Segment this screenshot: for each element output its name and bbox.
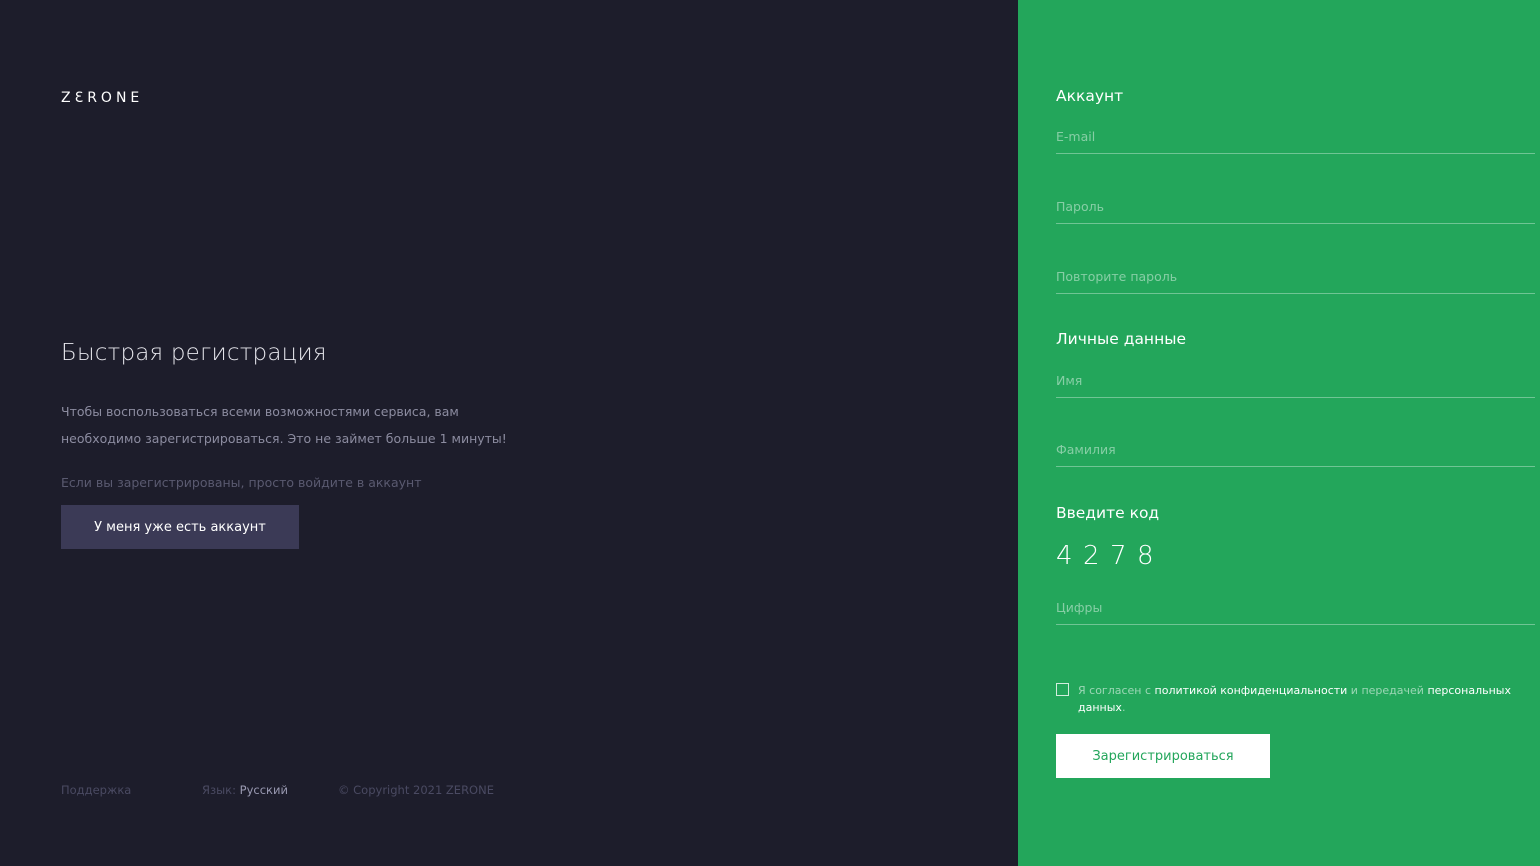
first-name-field[interactable]	[1056, 373, 1535, 398]
support-link[interactable]: Поддержка	[61, 783, 131, 797]
language-selector[interactable]: Язык: Русский	[202, 783, 288, 797]
password-input[interactable]	[1056, 199, 1535, 223]
personal-section-title: Личные данные	[1056, 330, 1186, 348]
code-section-title: Введите код	[1056, 504, 1160, 522]
consent-text: Я согласен с политикой конфиденциальност…	[1078, 682, 1516, 716]
repeat-password-input[interactable]	[1056, 269, 1535, 293]
code-input[interactable]	[1056, 600, 1535, 624]
password-field[interactable]	[1056, 199, 1535, 224]
last-name-field[interactable]	[1056, 442, 1535, 467]
code-field[interactable]	[1056, 600, 1535, 625]
register-button[interactable]: Зарегистрироваться	[1056, 734, 1270, 778]
consent-text-part: .	[1121, 701, 1126, 714]
email-input[interactable]	[1056, 129, 1535, 153]
code-digit: 4	[1056, 541, 1073, 571]
code-digit: 2	[1083, 541, 1100, 571]
copyright: © Copyright 2021 ZERONE	[338, 783, 494, 797]
code-digit: 8	[1137, 541, 1154, 571]
language-label: Язык:	[202, 783, 237, 797]
privacy-policy-link[interactable]: политикой конфиденциальности	[1155, 684, 1348, 697]
login-hint: Если вы зарегистрированы, просто войдите…	[61, 475, 422, 490]
zerone-logo[interactable]: ZƐRONE	[61, 90, 143, 106]
consent-text-part: Я согласен с	[1078, 684, 1155, 697]
captcha-code: 4 2 7 8	[1056, 541, 1164, 571]
intro-text: Чтобы воспользоваться всеми возможностям…	[61, 404, 507, 446]
intro-panel: ZƐRONE Быстрая регистрация Чтобы восполь…	[0, 0, 1018, 866]
language-value[interactable]: Русский	[240, 783, 288, 797]
consent-text-part: и передачей	[1347, 684, 1428, 697]
page-title: Быстрая регистрация	[61, 340, 327, 366]
have-account-button[interactable]: У меня уже есть аккаунт	[61, 505, 299, 549]
consent-checkbox[interactable]	[1056, 683, 1069, 696]
consent-row: Я согласен с политикой конфиденциальност…	[1056, 682, 1516, 716]
first-name-input[interactable]	[1056, 373, 1535, 397]
repeat-password-field[interactable]	[1056, 269, 1535, 294]
email-field[interactable]	[1056, 129, 1535, 154]
account-section-title: Аккаунт	[1056, 87, 1124, 105]
code-digit: 7	[1110, 541, 1127, 571]
last-name-input[interactable]	[1056, 442, 1535, 466]
